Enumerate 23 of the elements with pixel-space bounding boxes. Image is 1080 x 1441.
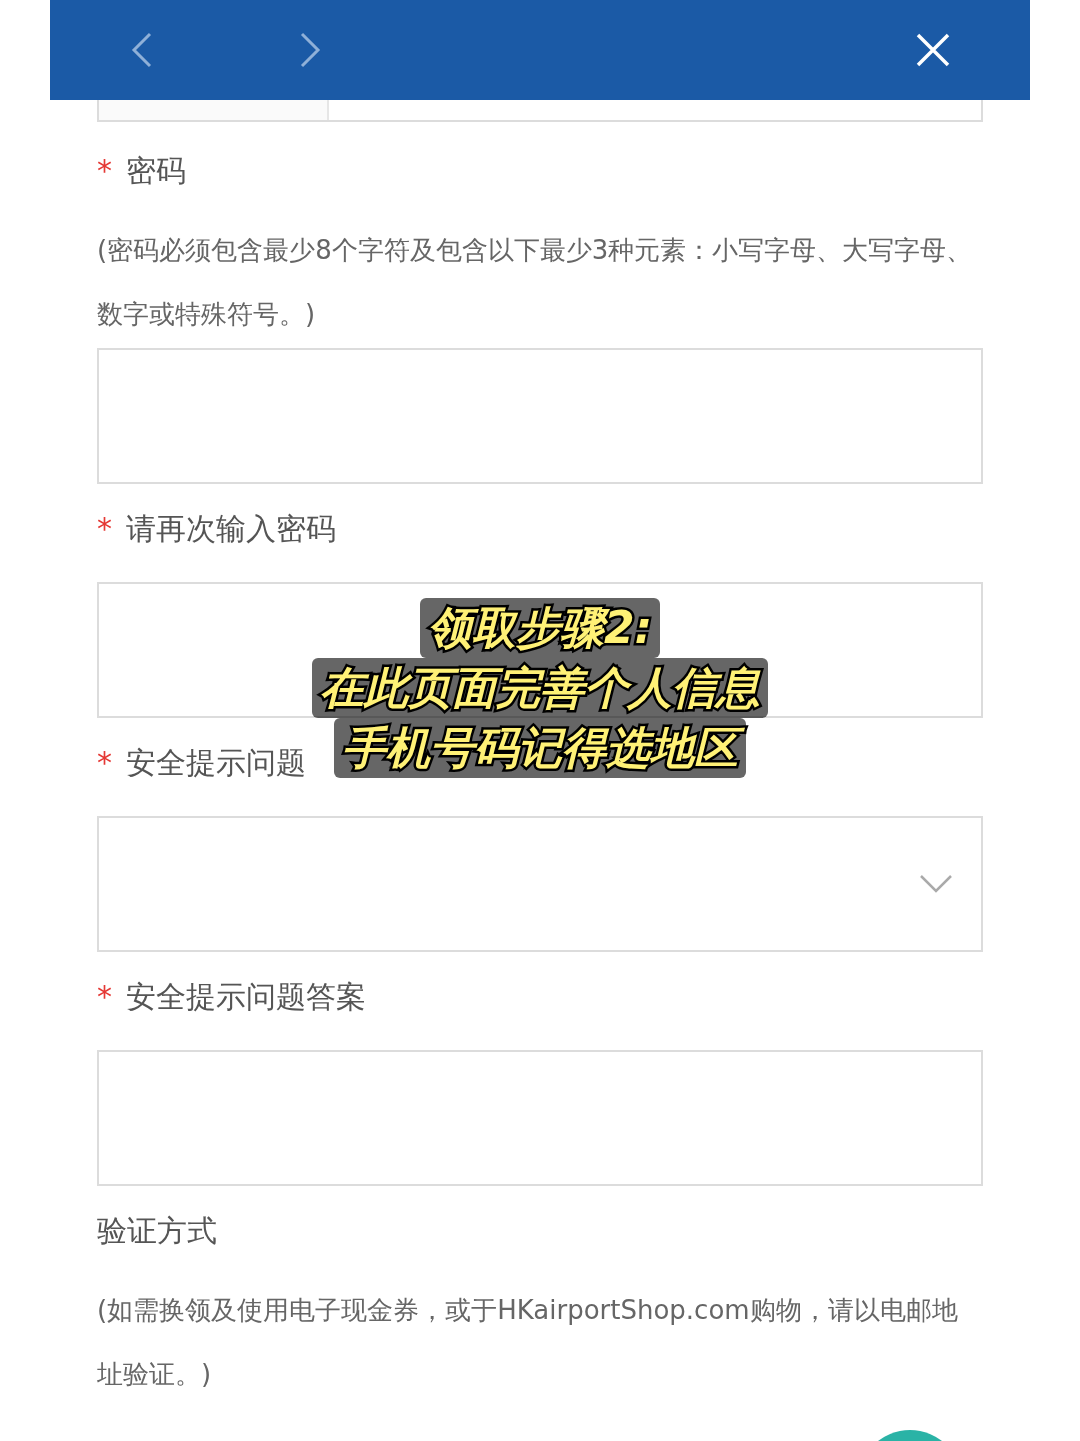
select-field[interactable] (97, 816, 983, 952)
input-field[interactable] (97, 582, 983, 718)
overlay-caption: 在此页面完善个人信息 (312, 658, 768, 718)
forward-icon[interactable] (298, 32, 322, 68)
required-mark: * (97, 509, 112, 548)
required-mark: * (97, 743, 112, 782)
required-mark: * (97, 977, 112, 1016)
field-label: 请再次输入密码 (126, 509, 336, 548)
close-icon[interactable] (916, 33, 950, 67)
field-label: 验证方式 (97, 1211, 217, 1250)
overlay-caption: 手机号码记得选地区 (334, 718, 746, 778)
field-hint: (如需换领及使用电子现金券，或于HKairportShop.com购物，请以电邮地址验证。) (97, 1294, 959, 1391)
required-mark: * (97, 151, 112, 190)
overlay-caption: 领取步骤2: (419, 598, 661, 658)
field-label: 安全提示问题 (126, 743, 306, 782)
input-field[interactable] (97, 1050, 983, 1186)
field-hint: (密码必须包含最少8个字符及包含以下最少3种元素：小写字母、大写字母、数字或特殊符号。) (97, 234, 974, 331)
partial-input-field[interactable] (97, 100, 983, 122)
field-label: 安全提示问题答案 (126, 977, 366, 1016)
back-icon[interactable] (130, 32, 154, 68)
field-label: 密码 (126, 151, 186, 190)
input-field[interactable] (97, 348, 983, 484)
chevron-down-icon (919, 874, 953, 894)
